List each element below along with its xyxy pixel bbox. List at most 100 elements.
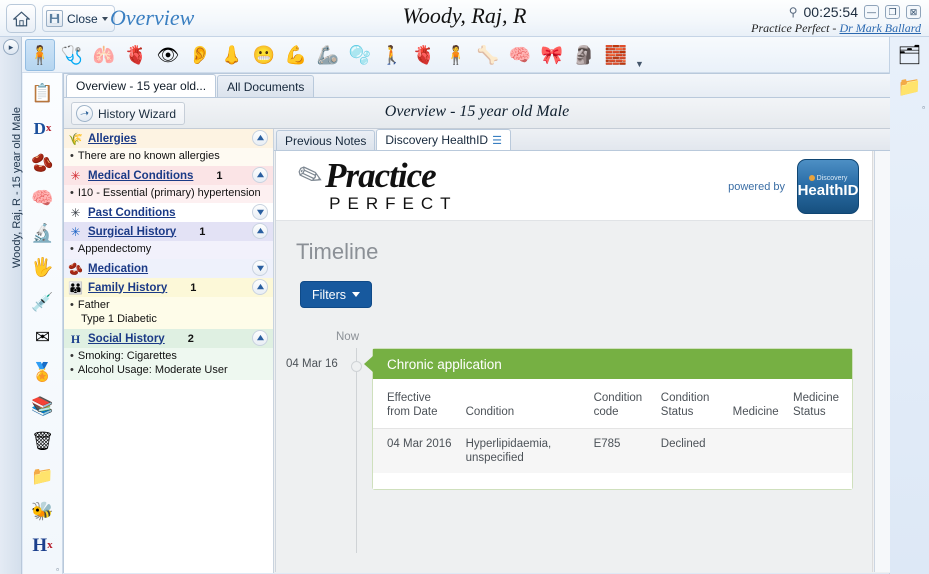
summary-section-count: 1 — [199, 225, 206, 238]
heart-icon[interactable]: 🫀 — [121, 39, 151, 71]
eye-icon[interactable]: 👁 — [153, 39, 183, 71]
yellow-folder-icon[interactable]: 📁 — [893, 71, 927, 103]
medical-folder-icon[interactable]: 📁 — [27, 461, 59, 492]
discovery-label: Discovery — [816, 174, 848, 182]
table-column-header: Condition — [465, 406, 515, 418]
content-tab-0[interactable]: Previous Notes — [276, 130, 376, 150]
collapse-section-icon[interactable] — [252, 130, 268, 146]
insect-bee-icon[interactable]: 🐝 — [27, 495, 59, 526]
restore-button[interactable]: ❐ — [885, 5, 900, 19]
paediatrics-blocks-icon[interactable]: 🧱 — [601, 39, 631, 71]
summary-section-link[interactable]: Past Conditions — [88, 207, 176, 219]
summary-section: ✳ Surgical History 1 • Appendectomy — [64, 222, 273, 259]
summary-section-header[interactable]: 🌾 Allergies — [64, 129, 273, 148]
summary-section: 🫘 Medication — [64, 259, 273, 278]
list-item-text: I10 - Essential (primary) hypertension — [77, 187, 261, 199]
blue-folder-icon[interactable]: 🗂 — [893, 39, 927, 71]
module-column-overflow-icon[interactable]: ▫ — [56, 565, 59, 574]
stethoscope-icon[interactable]: 🩺 — [57, 39, 87, 71]
collapse-section-icon[interactable] — [252, 279, 268, 295]
timeline-card[interactable]: Chronic application Effective from Date C… — [364, 348, 853, 490]
full-body-icon[interactable]: 🚶 — [377, 39, 407, 71]
brain-icon[interactable]: 🧠 — [505, 39, 535, 71]
anatomy-model-icon[interactable]: 🗿 — [569, 39, 599, 71]
summary-section: 🌾 Allergies • There are no known allergies — [64, 129, 273, 166]
skin-arm-icon[interactable]: 💪 — [281, 39, 311, 71]
summary-section-link[interactable]: Surgical History — [88, 226, 176, 238]
abdomen-icon[interactable]: 🧍 — [441, 39, 471, 71]
bullet-icon: • — [70, 187, 74, 199]
lungs-icon[interactable]: 🫁 — [89, 39, 119, 71]
minimize-button[interactable]: — — [864, 5, 879, 19]
toolbar-overflow-icon[interactable]: ▼ — [635, 59, 644, 72]
main-tab-1[interactable]: All Documents — [217, 75, 315, 97]
list-item: • Appendectomy — [70, 242, 269, 256]
mail-envelope-icon[interactable]: ✉ — [27, 321, 59, 352]
history-hx-icon[interactable]: Hx — [27, 530, 59, 561]
summary-section-header[interactable]: ✳ Surgical History 1 — [64, 222, 273, 241]
list-item: • There are no known allergies — [70, 149, 269, 163]
xray-hand-icon[interactable]: 🖐 — [27, 252, 59, 283]
recycle-bin-icon[interactable]: 🗑 — [27, 426, 59, 457]
content-tab-1[interactable]: Discovery HealthID ☰ — [376, 129, 511, 150]
chevron-down-icon — [352, 292, 361, 297]
clipboard-notes-icon[interactable]: 📋 — [27, 78, 59, 109]
practice-user-line: Practice Perfect - Dr Mark Ballard — [751, 21, 921, 36]
table-column-header: Medicine — [732, 406, 779, 418]
expand-section-icon[interactable] — [252, 260, 268, 276]
hiv-ribbon-icon[interactable]: 🎀 — [537, 39, 567, 71]
main-tab-0[interactable]: Overview - 15 year old... — [66, 74, 217, 97]
expand-section-icon[interactable] — [252, 204, 268, 220]
filters-label: Filters — [312, 287, 347, 302]
list-item: • I10 - Essential (primary) hypertension — [70, 186, 269, 200]
collapse-section-icon[interactable] — [252, 330, 268, 346]
syringe-icon[interactable]: 💉 — [27, 287, 59, 318]
certificate-icon[interactable]: 🏅 — [27, 356, 59, 387]
shoulder-icon[interactable]: 🦾 — [313, 39, 343, 71]
diagnosis-dx-icon[interactable]: Dx — [27, 113, 59, 144]
doctor-link[interactable]: Dr Mark Ballard — [839, 21, 921, 35]
list-item-text: Alcohol Usage: Moderate User — [77, 364, 228, 376]
summary-section-header[interactable]: 👪 Family History 1 — [64, 278, 273, 297]
kidney-icon[interactable]: 🫀 — [409, 39, 439, 71]
rail-expand-button[interactable]: ▸ — [3, 39, 19, 55]
summary-section-link[interactable]: Social History — [88, 333, 165, 345]
summary-section-link[interactable]: Family History — [88, 282, 167, 294]
close-window-button[interactable]: ⊠ — [906, 5, 921, 19]
summary-section-header[interactable]: H Social History 2 — [64, 329, 273, 348]
logo-perfect-text: PERFECT — [329, 194, 458, 213]
prescription-mortar-icon[interactable]: 🫘 — [27, 148, 59, 179]
file-folder-icon[interactable]: 📚 — [27, 391, 59, 422]
table-column-header: Effective from Date — [387, 392, 438, 418]
summary-section-link[interactable]: Medication — [88, 263, 148, 275]
ear-icon[interactable]: 👂 — [185, 39, 215, 71]
content-tab-menu-icon[interactable]: ☰ — [492, 134, 502, 147]
body-torso-icon[interactable]: 🧍 — [25, 38, 55, 71]
summary-section: ✳ Medical Conditions 1 • I10 - Essential (pr… — [64, 166, 273, 203]
table-row[interactable]: 04 Mar 2016 Hyperlipidaemia, unspecified E… — [373, 428, 852, 473]
brain-scan-icon[interactable]: 🧠 — [27, 182, 59, 213]
nose-icon[interactable]: 👃 — [217, 39, 247, 71]
medical-star-red-icon: ✳ — [70, 168, 81, 183]
summary-section-link[interactable]: Medical Conditions — [88, 170, 193, 182]
summary-section-link[interactable]: Allergies — [88, 133, 137, 145]
right-rail-overflow-icon[interactable]: ▫ — [922, 103, 925, 112]
stomach-icon[interactable]: 🫧 — [345, 39, 375, 71]
main-panel: Overview - 15 year old... All Documents ➝… — [63, 73, 890, 573]
summary-section-header[interactable]: ✳ Past Conditions — [64, 203, 273, 222]
summary-section: 👪 Family History 1 • Father Type 1 Diabetic — [64, 278, 273, 329]
collapse-section-icon[interactable] — [252, 167, 268, 183]
summary-section-header[interactable]: ✳ Medical Conditions 1 — [64, 166, 273, 185]
collapse-section-icon[interactable] — [252, 223, 268, 239]
summary-section-header[interactable]: 🫘 Medication — [64, 259, 273, 278]
main-tabstrip: Overview - 15 year old... All Documents — [64, 74, 890, 98]
filters-button[interactable]: Filters — [300, 281, 373, 308]
medical-star-blue-icon: ✳ — [70, 224, 81, 239]
pin-icon[interactable]: ⚲ — [789, 5, 798, 19]
timeline-axis — [356, 348, 357, 553]
content-outer-scrollbar[interactable] — [874, 151, 890, 572]
mouth-throat-icon[interactable]: 😬 — [249, 39, 279, 71]
microscope-icon[interactable]: 🔬 — [27, 217, 59, 248]
spine-icon[interactable]: 🦴 — [473, 39, 503, 71]
page-title-row: ➝ History Wizard Overview - 15 year old … — [64, 98, 890, 129]
